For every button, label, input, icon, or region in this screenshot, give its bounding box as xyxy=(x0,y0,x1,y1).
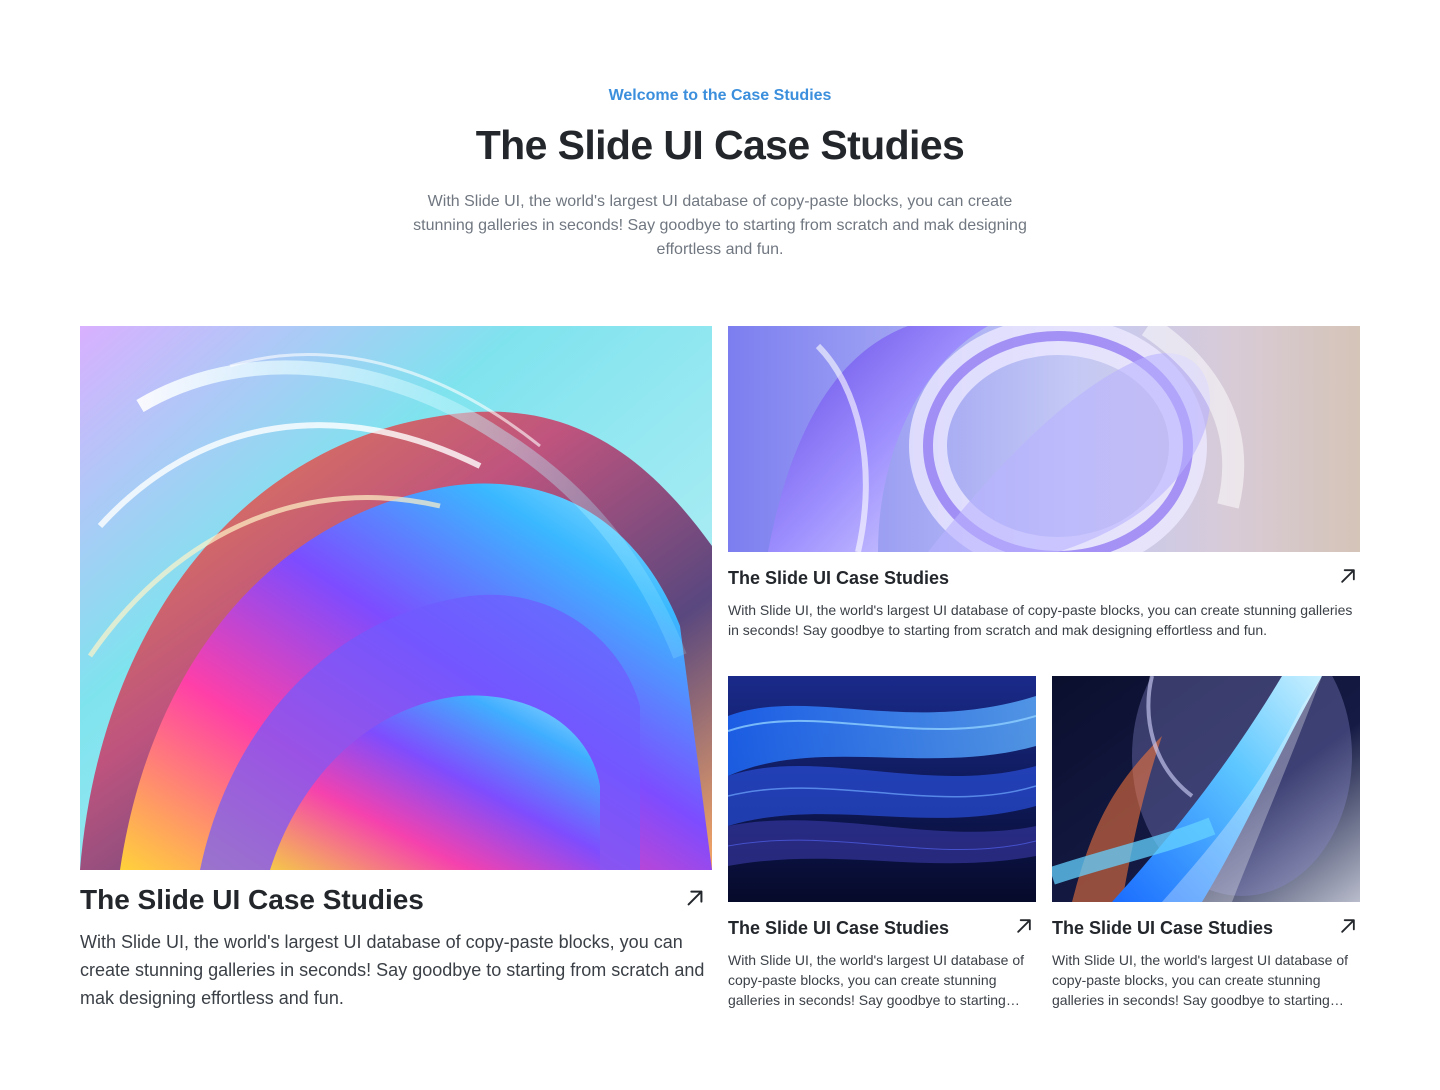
arrow-up-right-icon[interactable] xyxy=(1014,916,1034,936)
case-study-card-small-2[interactable]: The Slide UI Case Studies With Slide UI,… xyxy=(1052,676,1360,1016)
card-description: With Slide UI, the world's largest UI da… xyxy=(728,952,1025,1008)
card-title[interactable]: The Slide UI Case Studies xyxy=(80,884,660,916)
case-study-card-small-1[interactable]: The Slide UI Case Studies With Slide UI,… xyxy=(728,676,1036,1016)
arrow-up-right-icon[interactable] xyxy=(684,887,706,909)
card-description: With Slide UI, the world's largest UI da… xyxy=(1052,952,1349,1008)
card-title[interactable]: The Slide UI Case Studies xyxy=(728,568,1308,589)
card-description: With Slide UI, the world's largest UI da… xyxy=(728,602,1353,638)
eyebrow-label: Welcome to the Case Studies xyxy=(608,87,832,104)
card-image-blue-waves[interactable] xyxy=(728,676,1036,902)
arrow-up-right-icon[interactable] xyxy=(1338,566,1358,586)
arrow-up-right-icon[interactable] xyxy=(1338,916,1358,936)
card-image-blue-glass-ribbon[interactable] xyxy=(1052,676,1360,902)
card-image-iridescent-swirl[interactable] xyxy=(80,326,712,870)
card-title[interactable]: The Slide UI Case Studies xyxy=(1052,918,1322,939)
page-subtitle: With Slide UI, the world's largest UI da… xyxy=(413,193,1027,258)
card-description: With Slide UI, the world's largest UI da… xyxy=(80,932,705,1008)
page-title: The Slide UI Case Studies xyxy=(475,122,965,168)
case-study-card-wide[interactable]: The Slide UI Case Studies With Slide UI,… xyxy=(728,326,1360,666)
case-study-card-featured[interactable]: The Slide UI Case Studies With Slide UI,… xyxy=(80,326,712,1026)
card-image-lavender-glass[interactable] xyxy=(728,326,1360,552)
card-title[interactable]: The Slide UI Case Studies xyxy=(728,918,998,939)
